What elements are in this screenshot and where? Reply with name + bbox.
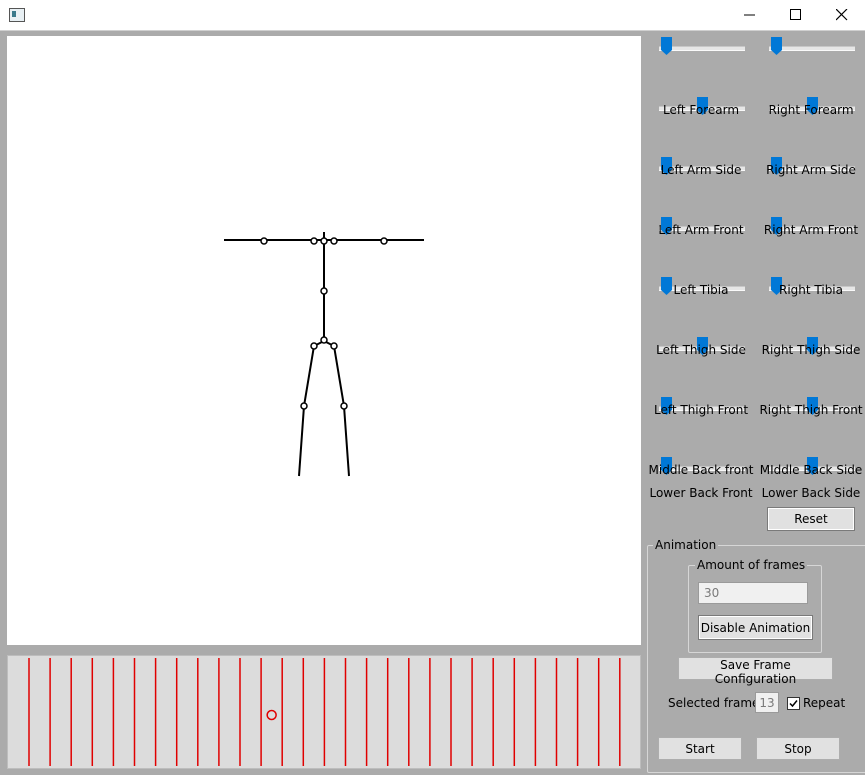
selected-frame-marker[interactable]: [266, 709, 277, 721]
maximize-icon: [790, 9, 801, 20]
stop-button[interactable]: Stop: [756, 737, 840, 760]
slider[interactable]: [657, 37, 747, 57]
joint[interactable]: [310, 237, 318, 245]
title-bar: [0, 0, 865, 31]
animation-group-label: Animation: [653, 538, 719, 552]
reset-button[interactable]: Reset: [767, 507, 855, 531]
slider-label: Right Tibia: [778, 283, 843, 297]
frames-input[interactable]: [698, 582, 808, 604]
disable-animation-button[interactable]: Disable Animation: [698, 615, 813, 640]
minimize-button[interactable]: [727, 0, 773, 30]
stick-figure: [224, 232, 424, 477]
joint[interactable]: [300, 402, 308, 410]
repeat-label: Repeat: [803, 696, 846, 710]
close-icon: [836, 9, 848, 21]
save-frame-button[interactable]: Save Frame Configuration: [678, 657, 833, 686]
slider-thumb[interactable]: [771, 37, 782, 56]
slider-label: Right Thigh Side: [761, 343, 861, 357]
frame-timeline[interactable]: [7, 655, 642, 769]
joint[interactable]: [320, 287, 328, 295]
lower-back-side-label: Lower Back Side: [761, 486, 861, 500]
repeat-checkbox[interactable]: [787, 697, 800, 710]
minimize-icon: [744, 14, 755, 16]
slider-thumb[interactable]: [661, 37, 672, 56]
slider-label: Right Arm Side: [766, 163, 856, 177]
joint[interactable]: [380, 237, 388, 245]
selected-frame-input[interactable]: [755, 692, 779, 713]
joint[interactable]: [260, 237, 268, 245]
joint[interactable]: [310, 342, 318, 350]
check-icon: [789, 700, 798, 708]
close-button[interactable]: [819, 0, 865, 30]
maximize-button[interactable]: [773, 0, 819, 30]
slider-label: Right Thigh Front: [759, 403, 863, 417]
start-button[interactable]: Start: [658, 737, 742, 760]
joint[interactable]: [320, 237, 328, 245]
slider-label: Right Forearm: [768, 103, 854, 117]
slider-label: Right Arm Front: [763, 223, 859, 237]
joint[interactable]: [320, 336, 328, 344]
joint[interactable]: [340, 402, 348, 410]
figure-canvas[interactable]: [7, 36, 641, 645]
frames-group-label: Amount of frames: [695, 558, 808, 572]
selected-frame-label: Selected frame:: [668, 696, 764, 710]
app-icon: [9, 8, 25, 22]
timeline-frames: [28, 658, 642, 766]
slider[interactable]: [767, 37, 857, 57]
joint[interactable]: [330, 237, 338, 245]
joint[interactable]: [330, 342, 338, 350]
slider-label: MIddle Back Side: [759, 463, 863, 477]
